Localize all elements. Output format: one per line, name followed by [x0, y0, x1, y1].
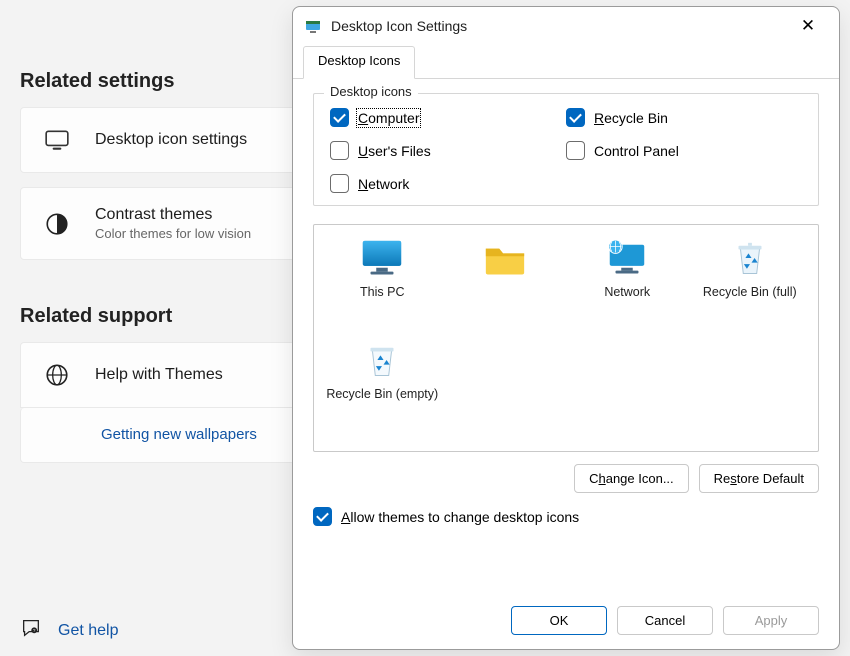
help-bubble-icon: ?: [20, 617, 42, 644]
checkbox-icon: [330, 108, 349, 127]
recycle-bin-full-icon: [727, 239, 773, 279]
card-subtitle: Color themes for low vision: [95, 226, 251, 241]
dialog-title-icon: [305, 18, 321, 34]
close-button[interactable]: ✕: [789, 9, 827, 43]
checkbox-label: Network: [358, 176, 409, 192]
get-help-link[interactable]: Get help: [58, 622, 118, 640]
change-icon-button[interactable]: Change Icon...: [574, 464, 689, 493]
fieldset-legend: Desktop icons: [324, 84, 418, 99]
checkbox-label: User's Files: [358, 143, 431, 159]
icon-action-row: Change Icon... Restore Default: [313, 464, 819, 493]
checkbox-icon: [566, 141, 585, 160]
preview-label: Recycle Bin (empty): [326, 387, 438, 403]
preview-item-this-pc[interactable]: This PC: [324, 239, 441, 335]
preview-item-recycle-empty[interactable]: Recycle Bin (empty): [324, 341, 441, 437]
preview-label: Network: [604, 285, 650, 301]
preview-item-user-folder[interactable]: [447, 239, 564, 335]
checkbox-label: Computer: [358, 110, 419, 126]
this-pc-icon: [359, 239, 405, 279]
preview-item-recycle-full[interactable]: Recycle Bin (full): [692, 239, 809, 335]
checkbox-icon: [330, 141, 349, 160]
checkbox-users-files[interactable]: User's Files: [330, 141, 566, 160]
close-icon: ✕: [801, 16, 815, 36]
checkbox-icon: [566, 108, 585, 127]
checkbox-network[interactable]: Network: [330, 174, 566, 193]
dialog-title: Desktop Icon Settings: [331, 18, 467, 34]
desktop-icons-fieldset: Desktop icons Computer Recycle Bin User'…: [313, 93, 819, 206]
apply-button[interactable]: Apply: [723, 606, 819, 635]
restore-default-button[interactable]: Restore Default: [699, 464, 819, 493]
dialog-footer: OK Cancel Apply: [293, 592, 839, 649]
dialog-tabbar: Desktop Icons: [293, 45, 839, 79]
checkbox-icon: [313, 507, 332, 526]
dialog-body: Desktop icons Computer Recycle Bin User'…: [293, 79, 839, 592]
checkbox-allow-themes[interactable]: Allow themes to change desktop icons: [313, 507, 819, 526]
desktop-icon-settings-dialog: Desktop Icon Settings ✕ Desktop Icons De…: [292, 6, 840, 650]
network-icon: [604, 239, 650, 279]
checkbox-computer[interactable]: Computer: [330, 108, 566, 127]
contrast-icon: [43, 210, 71, 238]
preview-item-network[interactable]: Network: [569, 239, 686, 335]
globe-icon: [43, 361, 71, 389]
checkbox-control-panel[interactable]: Control Panel: [566, 141, 802, 160]
getting-wallpapers-link[interactable]: Getting new wallpapers: [101, 426, 257, 443]
checkbox-label: Control Panel: [594, 143, 679, 159]
card-title: Contrast themes: [95, 206, 251, 224]
card-title: Help with Themes: [95, 366, 223, 384]
cancel-button[interactable]: Cancel: [617, 606, 713, 635]
checkbox-label: Recycle Bin: [594, 110, 668, 126]
get-help-row: ? Get help: [20, 617, 118, 644]
recycle-bin-empty-icon: [359, 341, 405, 381]
monitor-icon: [43, 126, 71, 154]
preview-label: This PC: [360, 285, 404, 301]
checkbox-recycle-bin[interactable]: Recycle Bin: [566, 108, 802, 127]
dialog-titlebar: Desktop Icon Settings ✕: [293, 7, 839, 45]
folder-icon: [482, 239, 528, 279]
icon-preview-pane: This PC Network Recycle Bin (full): [313, 224, 819, 452]
tab-desktop-icons[interactable]: Desktop Icons: [303, 46, 415, 79]
checkbox-icon: [330, 174, 349, 193]
card-title: Desktop icon settings: [95, 131, 247, 149]
checkbox-label: Allow themes to change desktop icons: [341, 509, 579, 525]
preview-label: Recycle Bin (full): [703, 285, 797, 301]
ok-button[interactable]: OK: [511, 606, 607, 635]
